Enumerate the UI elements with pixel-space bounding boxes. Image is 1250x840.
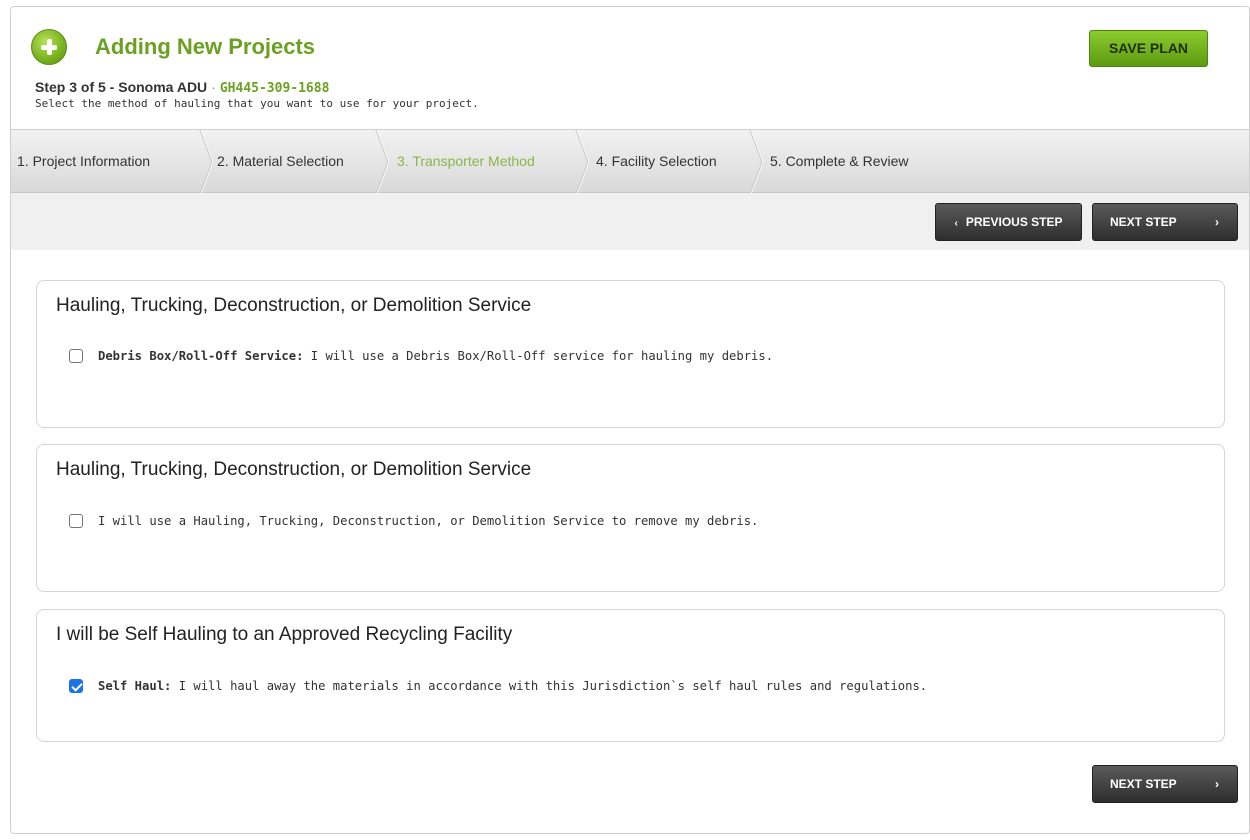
next-step-button[interactable]: NEXT STEP › [1092, 203, 1238, 241]
option-label: Self Haul: I will haul away the material… [98, 679, 927, 693]
section-self-haul: I will be Self Hauling to an Approved Re… [36, 609, 1225, 742]
page-title: Adding New Projects [95, 34, 316, 59]
tab-separator [199, 130, 213, 194]
option-label-text: I will haul away the materials in accord… [171, 679, 928, 693]
tab-separator [575, 130, 589, 194]
next-step-label: NEXT STEP [1110, 777, 1177, 791]
previous-step-button[interactable]: ‹ PREVIOUS STEP [935, 203, 1082, 241]
tab-project-information[interactable]: 1. Project Information [17, 130, 150, 194]
hauling-service-checkbox[interactable] [69, 514, 83, 528]
tab-material-selection[interactable]: 2. Material Selection [217, 130, 344, 194]
step-toolbar: ‹ PREVIOUS STEP NEXT STEP › [11, 193, 1249, 250]
self-haul-checkbox[interactable] [69, 679, 83, 693]
next-step-button-bottom[interactable]: NEXT STEP › [1092, 765, 1238, 803]
section-title: Hauling, Trucking, Deconstruction, or De… [56, 295, 532, 316]
option-label-bold: Debris Box/Roll-Off Service: [98, 349, 304, 363]
step-instruction: Select the method of hauling that you wa… [35, 97, 479, 110]
next-step-label: NEXT STEP [1110, 215, 1177, 229]
tab-facility-selection[interactable]: 4. Facility Selection [596, 130, 717, 194]
tab-transporter-method[interactable]: 3. Transporter Method [397, 130, 535, 194]
option-label: Debris Box/Roll-Off Service: I will use … [98, 349, 773, 363]
option-label-bold: Self Haul: [98, 679, 172, 693]
section-title: I will be Self Hauling to an Approved Re… [56, 624, 513, 645]
section-hauling-service: Hauling, Trucking, Deconstruction, or De… [36, 444, 1225, 592]
option-label-text: I will use a Hauling, Trucking, Deconstr… [98, 514, 759, 528]
tab-separator [749, 130, 763, 194]
save-plan-button[interactable]: SAVE PLAN [1089, 30, 1208, 67]
step-separator: · [211, 79, 216, 95]
step-label: Step 3 of 5 - Sonoma ADU [35, 79, 208, 95]
chevron-right-icon: › [1215, 777, 1219, 791]
wizard-steps: 1. Project Information 2. Material Selec… [11, 129, 1249, 194]
tab-separator [375, 130, 389, 194]
chevron-right-icon: › [1215, 215, 1219, 229]
section-debris-box: Hauling, Trucking, Deconstruction, or De… [36, 280, 1225, 428]
debris-box-checkbox[interactable] [69, 349, 83, 363]
chevron-left-icon: ‹ [954, 218, 958, 229]
option-label-text: I will use a Debris Box/Roll-Off service… [303, 349, 774, 363]
add-project-icon [31, 29, 67, 65]
page-header: Adding New Projects Step 3 of 5 - Sonoma… [11, 7, 1249, 129]
step-indicator: Step 3 of 5 - Sonoma ADU · GH445-309-1688 [35, 79, 329, 96]
previous-step-label: PREVIOUS STEP [965, 215, 1063, 229]
option-label: I will use a Hauling, Trucking, Deconstr… [98, 514, 758, 528]
section-title: Hauling, Trucking, Deconstruction, or De… [56, 459, 532, 480]
tab-complete-review[interactable]: 5. Complete & Review [770, 130, 909, 194]
project-code: GH445-309-1688 [219, 81, 330, 96]
wizard-frame: Adding New Projects Step 3 of 5 - Sonoma… [10, 6, 1250, 834]
